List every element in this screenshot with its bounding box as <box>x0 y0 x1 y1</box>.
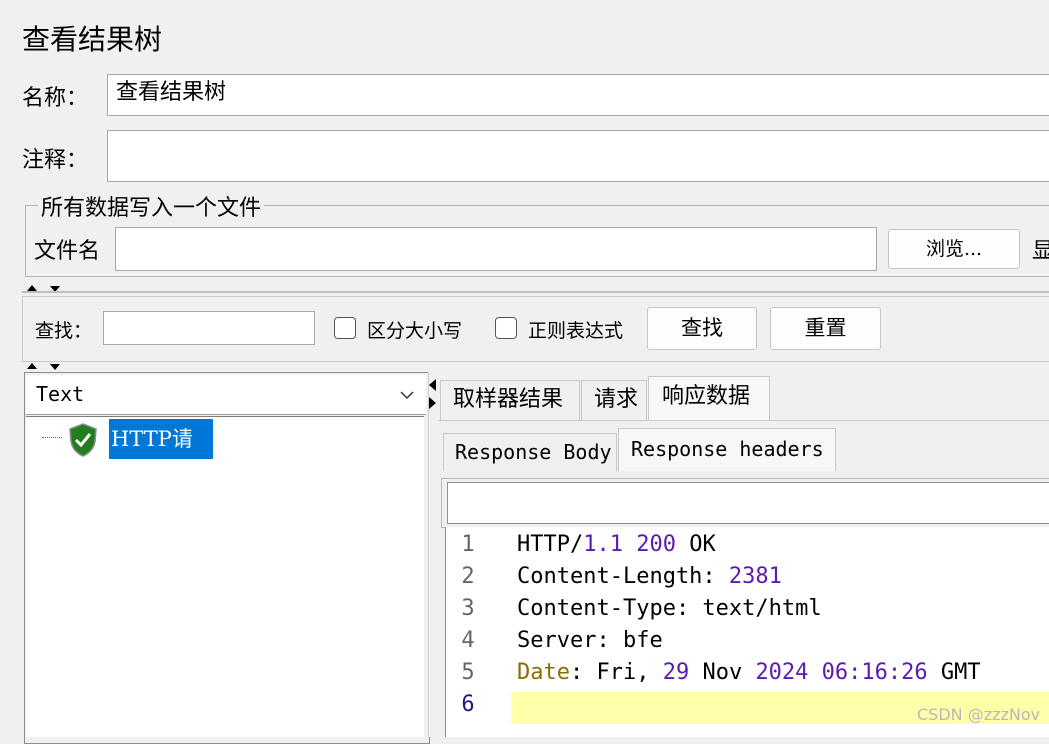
file-group-legend: 所有数据写入一个文件 <box>38 190 265 222</box>
filename-label: 文件名 <box>34 239 101 264</box>
watermark: CSDN @zzzNov <box>917 705 1041 724</box>
line-number-current: 6 <box>461 692 475 717</box>
filename-field[interactable] <box>115 227 877 271</box>
display-log-button-label[interactable]: 显 <box>1032 233 1049 265</box>
case-sensitive-checkbox[interactable] <box>334 317 356 339</box>
success-shield-icon <box>69 423 97 457</box>
search-label: 查找： <box>35 320 93 342</box>
line-number: 2 <box>461 564 475 589</box>
splitter[interactable] <box>22 291 1049 293</box>
line-number: 4 <box>461 628 475 653</box>
name-field[interactable]: 查看结果树 <box>107 74 1049 116</box>
collapse-up-icon-2[interactable] <box>27 363 37 369</box>
arrow-right-icon[interactable] <box>429 397 437 409</box>
line-number: 5 <box>461 660 475 685</box>
expand-down-icon-2[interactable] <box>50 364 60 370</box>
vertical-splitter[interactable] <box>428 372 439 737</box>
regex-checkbox[interactable] <box>495 317 517 339</box>
renderer-select-value: Text <box>36 382 85 406</box>
code-line: Content-Length: 2381 <box>517 564 782 589</box>
browse-button[interactable]: 浏览... <box>888 229 1020 269</box>
line-number: 1 <box>461 532 475 557</box>
comment-label: 注释： <box>22 148 89 173</box>
search-input[interactable] <box>103 311 315 345</box>
code-line: Server: bfe <box>517 628 663 653</box>
code-line: Date: Fri, 29 Nov 2024 06:16:26 GMT <box>517 660 981 685</box>
code-line: HTTP/1.1 200 OK <box>517 532 716 557</box>
line-number: 3 <box>461 596 475 621</box>
panel-title: 查看结果树 <box>22 23 163 56</box>
find-button[interactable]: 查找 <box>647 307 757 350</box>
comment-field[interactable] <box>107 130 1049 182</box>
chevron-down-icon[interactable] <box>400 391 414 401</box>
tab-sampler-result[interactable]: 取样器结果 <box>440 380 580 420</box>
tab-response-data[interactable]: 响应数据 <box>648 376 770 420</box>
results-tree: HTTP请求 <box>26 416 424 737</box>
name-label: 名称： <box>22 86 89 111</box>
regex-label: 正则表达式 <box>528 320 624 342</box>
case-sensitive-label: 区分大小写 <box>367 320 463 342</box>
tab-request[interactable]: 请求 <box>581 380 647 420</box>
tree-item-http-request[interactable]: HTTP请求 <box>109 419 213 491</box>
tab-response-body[interactable]: Response Body <box>443 433 617 471</box>
tab-response-headers[interactable]: Response headers <box>618 428 836 471</box>
tree-connector <box>42 437 62 438</box>
code-line: Content-Type: text/html <box>517 596 822 621</box>
renderer-select[interactable]: Text <box>26 375 426 415</box>
arrow-left-icon[interactable] <box>429 379 437 391</box>
reset-button[interactable]: 重置 <box>770 307 881 350</box>
tab-divider <box>438 420 1049 421</box>
editor-search-input[interactable] <box>447 482 1049 524</box>
